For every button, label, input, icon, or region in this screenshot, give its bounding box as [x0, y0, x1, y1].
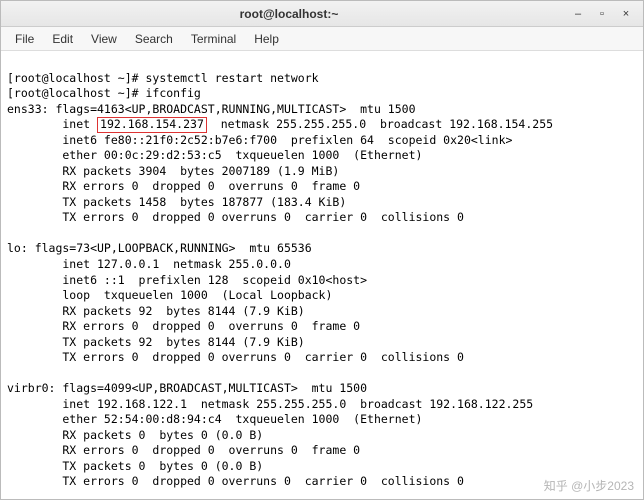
- term-line: RX packets 3904 bytes 2007189 (1.9 MiB): [7, 164, 339, 178]
- term-line: lo: flags=73<UP,LOOPBACK,RUNNING> mtu 65…: [7, 241, 312, 255]
- term-line: inet6 fe80::21f0:2c52:b7e6:f700 prefixle…: [7, 133, 512, 147]
- term-line: RX errors 0 dropped 0 overruns 0 frame 0: [7, 443, 360, 457]
- watermark: 知乎 @小步2023: [544, 477, 634, 494]
- minimize-icon[interactable]: –: [571, 7, 585, 21]
- titlebar: root@localhost:~ – ▫ ×: [1, 1, 643, 27]
- menu-help[interactable]: Help: [246, 29, 287, 49]
- term-line: ether 52:54:00:d8:94:c4 txqueuelen 1000 …: [7, 412, 422, 426]
- term-line: RX errors 0 dropped 0 overruns 0 frame 0: [7, 179, 360, 193]
- term-line: RX packets 92 bytes 8144 (7.9 KiB): [7, 304, 305, 318]
- highlighted-ip: 192.168.154.237: [97, 117, 207, 133]
- menu-search[interactable]: Search: [127, 29, 181, 49]
- term-line: [7, 490, 14, 499]
- term-line: ens33: flags=4163<UP,BROADCAST,RUNNING,M…: [7, 102, 416, 116]
- menubar: File Edit View Search Terminal Help: [1, 27, 643, 51]
- term-line: TX packets 92 bytes 8144 (7.9 KiB): [7, 335, 305, 349]
- term-line: TX errors 0 dropped 0 overruns 0 carrier…: [7, 350, 464, 364]
- window-controls: – ▫ ×: [571, 7, 637, 21]
- term-line: TX errors 0 dropped 0 overruns 0 carrier…: [7, 210, 464, 224]
- menu-file[interactable]: File: [7, 29, 42, 49]
- term-line: RX errors 0 dropped 0 overruns 0 frame 0: [7, 319, 360, 333]
- term-line: inet 127.0.0.1 netmask 255.0.0.0: [7, 257, 291, 271]
- terminal-window: root@localhost:~ – ▫ × File Edit View Se…: [0, 0, 644, 500]
- close-icon[interactable]: ×: [619, 7, 633, 21]
- term-line: RX packets 0 bytes 0 (0.0 B): [7, 428, 263, 442]
- term-line: TX errors 0 dropped 0 overruns 0 carrier…: [7, 474, 464, 488]
- term-line: [root@localhost ~]# systemctl restart ne…: [7, 71, 319, 85]
- term-line: loop txqueuelen 1000 (Local Loopback): [7, 288, 332, 302]
- menu-terminal[interactable]: Terminal: [183, 29, 244, 49]
- window-title: root@localhost:~: [7, 7, 571, 21]
- term-line: ether 00:0c:29:d2:53:c5 txqueuelen 1000 …: [7, 148, 422, 162]
- term-line: [root@localhost ~]# ifconfig: [7, 86, 201, 100]
- terminal-area[interactable]: [root@localhost ~]# systemctl restart ne…: [1, 51, 643, 499]
- term-line-inet: inet 192.168.154.237 netmask 255.255.255…: [7, 117, 553, 131]
- term-line: inet 192.168.122.1 netmask 255.255.255.0…: [7, 397, 533, 411]
- term-line: inet6 ::1 prefixlen 128 scopeid 0x10<hos…: [7, 273, 367, 287]
- inet-suffix: netmask 255.255.255.0 broadcast 192.168.…: [207, 117, 553, 131]
- menu-view[interactable]: View: [83, 29, 125, 49]
- menu-edit[interactable]: Edit: [44, 29, 81, 49]
- term-line: [7, 226, 14, 240]
- term-line: [7, 366, 14, 380]
- maximize-icon[interactable]: ▫: [595, 7, 609, 21]
- inet-prefix: inet: [7, 117, 97, 131]
- term-line: virbr0: flags=4099<UP,BROADCAST,MULTICAS…: [7, 381, 367, 395]
- term-line: TX packets 1458 bytes 187877 (183.4 KiB): [7, 195, 346, 209]
- term-line: TX packets 0 bytes 0 (0.0 B): [7, 459, 263, 473]
